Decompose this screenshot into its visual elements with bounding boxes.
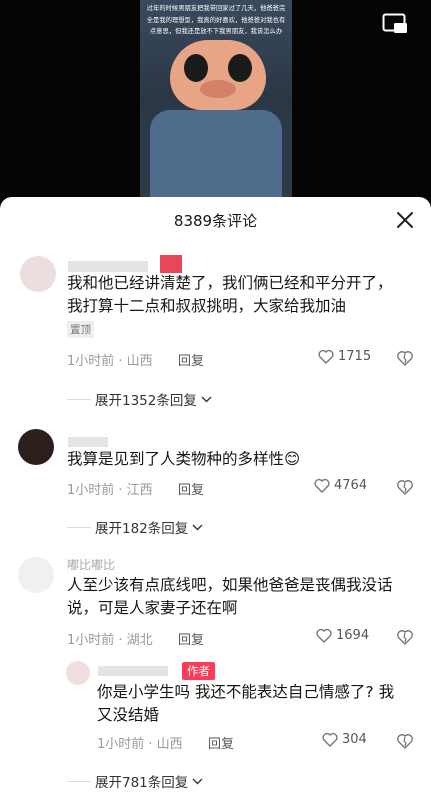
avatar[interactable] bbox=[66, 661, 90, 685]
heart-icon bbox=[322, 732, 338, 747]
like-count: 1694 bbox=[336, 628, 370, 643]
comment-time: 1小时前 · 江西 bbox=[67, 483, 153, 498]
like-button[interactable]: 304 bbox=[322, 732, 367, 747]
username-blurred[interactable] bbox=[68, 437, 108, 447]
pig-face-image bbox=[170, 40, 266, 110]
chevron-down-icon bbox=[201, 396, 212, 402]
expand-replies-button[interactable]: 展开1352条回复 bbox=[67, 389, 212, 409]
username-blurred[interactable] bbox=[98, 666, 168, 676]
pinned-badge: 置顶 bbox=[67, 321, 94, 338]
dislike-heart-icon[interactable] bbox=[397, 479, 413, 495]
like-button[interactable]: 1694 bbox=[316, 628, 369, 643]
reply-button[interactable]: 回复 bbox=[208, 733, 234, 752]
close-icon[interactable] bbox=[396, 211, 414, 229]
username-blurred[interactable] bbox=[68, 261, 148, 272]
reply-time: 1小时前 · 山西 bbox=[97, 737, 183, 752]
comments-sheet: 8389条评论 我和他已经讲清楚了，我们俩已经和平分开了，我打算十二点和叔叔挑明… bbox=[0, 197, 431, 800]
heart-icon bbox=[316, 628, 332, 643]
heart-icon bbox=[314, 478, 330, 493]
reply-text: 你是小学生吗 我还不能表达自己情感了? 我又没结婚 bbox=[97, 683, 395, 724]
dislike-heart-icon[interactable] bbox=[397, 733, 413, 749]
comments-count-title: 8389条评论 bbox=[173, 212, 258, 230]
reply-button[interactable]: 回复 bbox=[178, 350, 204, 369]
reply-button[interactable]: 回复 bbox=[178, 479, 204, 498]
expand-replies-button[interactable]: 展开781条回复 bbox=[67, 771, 203, 791]
comment-text: 我算是见到了人类物种的多样性😊 bbox=[67, 450, 301, 468]
dislike-heart-icon[interactable] bbox=[397, 350, 413, 366]
like-count: 304 bbox=[342, 732, 367, 747]
expand-replies-button[interactable]: 展开182条回复 bbox=[67, 517, 203, 537]
video-caption: 过年的时候男朋友把我带回家过了几天，他爸爸完全是我的理想型，我真的好喜欢，他爸爸… bbox=[146, 5, 286, 35]
like-count: 1715 bbox=[338, 349, 372, 364]
like-button[interactable]: 1715 bbox=[318, 349, 371, 364]
comment-time: 1小时前 · 山西 bbox=[67, 354, 153, 369]
avatar[interactable] bbox=[18, 557, 54, 593]
reply-button[interactable]: 回复 bbox=[178, 629, 204, 648]
like-button[interactable]: 4764 bbox=[314, 478, 367, 493]
chevron-down-icon bbox=[192, 778, 203, 784]
username-badge bbox=[160, 255, 182, 273]
comment-time: 1小时前 · 湖北 bbox=[67, 633, 153, 648]
username[interactable]: 嘟比嘟比 bbox=[67, 556, 115, 573]
chevron-down-icon bbox=[192, 524, 203, 530]
picture-in-picture-icon[interactable] bbox=[382, 13, 408, 35]
comment-text: 人至少该有点底线吧，如果他爸爸是丧偶我没话说，可是人家妻子还在啊 bbox=[67, 576, 393, 617]
expand-replies-label: 展开1352条回复 bbox=[95, 393, 197, 409]
comment-text: 我和他已经讲清楚了，我们俩已经和平分开了，我打算十二点和叔叔挑明，大家给我加油 bbox=[67, 274, 393, 315]
avatar[interactable] bbox=[18, 429, 54, 465]
heart-icon bbox=[318, 349, 334, 364]
video-frame: 过年的时候男朋友把我带回家过了几天，他爸爸完全是我的理想型，我真的好喜欢，他爸爸… bbox=[140, 0, 292, 212]
dislike-heart-icon[interactable] bbox=[397, 629, 413, 645]
video-player[interactable]: 过年的时候男朋友把我带回家过了几天，他爸爸完全是我的理想型，我真的好喜欢，他爸爸… bbox=[0, 0, 431, 212]
expand-replies-label: 展开182条回复 bbox=[95, 521, 189, 537]
like-count: 4764 bbox=[334, 478, 368, 493]
expand-replies-label: 展开781条回复 bbox=[95, 775, 189, 791]
avatar[interactable] bbox=[20, 256, 56, 292]
author-badge: 作者 bbox=[182, 662, 215, 680]
